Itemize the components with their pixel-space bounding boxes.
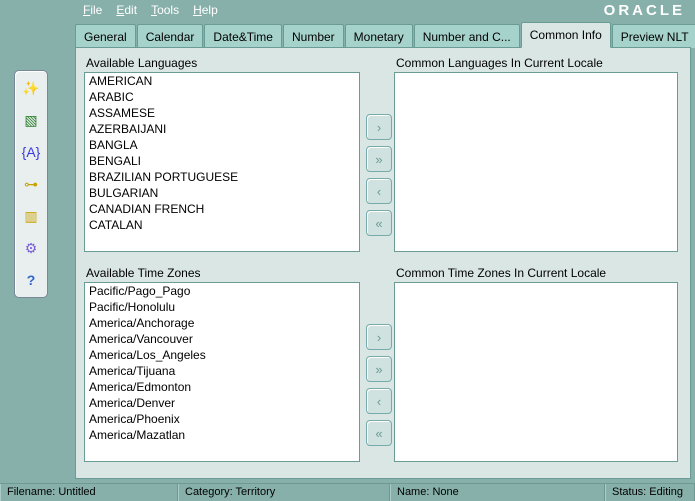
menu-bar: File Edit Tools Help (75, 0, 695, 20)
tab-number[interactable]: Number (283, 24, 344, 48)
listbox-available-timezones[interactable]: Pacific/Pago_PagoPacific/HonoluluAmerica… (84, 282, 360, 462)
list-item[interactable]: America/Anchorage (85, 315, 359, 331)
list-item[interactable]: America/Vancouver (85, 331, 359, 347)
list-item[interactable]: BANGLA (85, 137, 359, 153)
list-item[interactable]: AZERBAIJANI (85, 121, 359, 137)
move-all-right-button[interactable]: » (366, 146, 392, 172)
menu-help[interactable]: Help (193, 3, 218, 17)
list-item[interactable]: Pacific/Pago_Pago (85, 283, 359, 299)
move-left-button[interactable]: ‹ (366, 388, 392, 414)
list-item[interactable]: CATALAN (85, 217, 359, 233)
move-all-right-button[interactable]: » (366, 356, 392, 382)
list-item[interactable]: Pacific/Honolulu (85, 299, 359, 315)
menu-tools[interactable]: Tools (151, 3, 179, 17)
list-item[interactable]: ARABIC (85, 89, 359, 105)
list-item[interactable]: America/Tijuana (85, 363, 359, 379)
list-item[interactable]: America/Edmonton (85, 379, 359, 395)
listbox-common-languages[interactable] (394, 72, 678, 252)
status-name: Name: None (390, 484, 605, 501)
tab-date-time[interactable]: Date&Time (204, 24, 282, 48)
list-item[interactable]: America/Mazatlan (85, 427, 359, 443)
tab-monetary[interactable]: Monetary (345, 24, 413, 48)
move-all-left-button[interactable]: « (366, 420, 392, 446)
list-item[interactable]: America/Los_Angeles (85, 347, 359, 363)
listbox-available-languages[interactable]: AMERICANARABICASSAMESEAZERBAIJANIBANGLAB… (84, 72, 360, 252)
list-item[interactable]: CANADIAN FRENCH (85, 201, 359, 217)
move-all-left-button[interactable]: « (366, 210, 392, 236)
menu-file[interactable]: File (83, 3, 102, 17)
tool-help-icon[interactable]: ? (20, 269, 42, 291)
list-item[interactable]: America/Phoenix (85, 411, 359, 427)
label-available-languages: Available Languages (84, 56, 360, 70)
shuttle-timezones: › » ‹ « (364, 324, 394, 446)
tool-map-icon[interactable]: ▧ (20, 109, 42, 131)
tab-preview-nlt[interactable]: Preview NLT (612, 24, 695, 48)
menu-edit[interactable]: Edit (116, 3, 137, 17)
vertical-toolbar: ✨ ▧ {A} ⊶ ▥ ⚙ ? (14, 70, 48, 298)
shuttle-languages: › » ‹ « (364, 114, 394, 236)
tool-wand-icon[interactable]: ✨ (20, 77, 42, 99)
status-category: Category: Territory (178, 484, 390, 501)
tab-calendar[interactable]: Calendar (137, 24, 204, 48)
tool-gear-icon[interactable]: ⚙ (20, 237, 42, 259)
status-state: Status: Editing (605, 484, 695, 501)
tool-book-icon[interactable]: ▥ (20, 205, 42, 227)
list-item[interactable]: AMERICAN (85, 73, 359, 89)
tab-general[interactable]: General (75, 24, 136, 48)
move-right-button[interactable]: › (366, 324, 392, 350)
move-left-button[interactable]: ‹ (366, 178, 392, 204)
label-available-timezones: Available Time Zones (84, 266, 360, 280)
list-item[interactable]: America/Denver (85, 395, 359, 411)
list-item[interactable]: ASSAMESE (85, 105, 359, 121)
move-right-button[interactable]: › (366, 114, 392, 140)
label-common-timezones: Common Time Zones In Current Locale (394, 266, 678, 280)
tab-strip: GeneralCalendarDate&TimeNumberMonetaryNu… (75, 22, 691, 48)
status-filename: Filename: Untitled (0, 484, 178, 501)
list-item[interactable]: BRAZILIAN PORTUGUESE (85, 169, 359, 185)
list-item[interactable]: BENGALI (85, 153, 359, 169)
status-bar: Filename: Untitled Category: Territory N… (0, 483, 695, 501)
listbox-common-timezones[interactable] (394, 282, 678, 462)
tab-common-info[interactable]: Common Info (521, 22, 611, 48)
list-item[interactable]: BULGARIAN (85, 185, 359, 201)
label-common-languages: Common Languages In Current Locale (394, 56, 678, 70)
tab-panel-common-info: Available Languages AMERICANARABICASSAME… (75, 47, 691, 479)
tab-number-and-c[interactable]: Number and C... (414, 24, 520, 48)
tool-key-icon[interactable]: ⊶ (20, 173, 42, 195)
tool-brace-icon[interactable]: {A} (20, 141, 42, 163)
brand-logo: ORACLE (604, 2, 685, 19)
